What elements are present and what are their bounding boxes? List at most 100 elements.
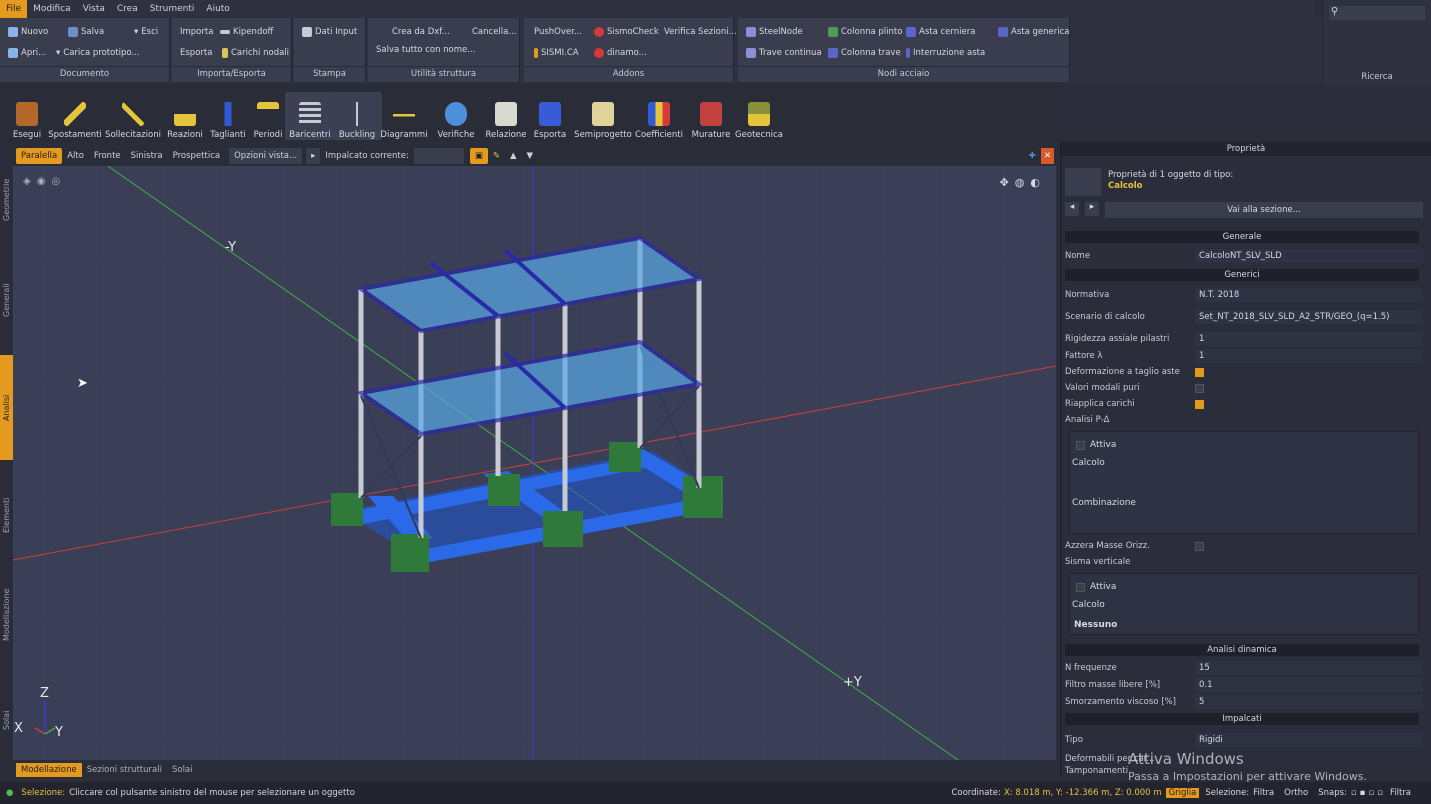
- carica-prototipo-button[interactable]: ▾ Carica prototipo...: [56, 48, 140, 58]
- tipo-select[interactable]: Rigidi: [1195, 733, 1423, 747]
- menu-vista[interactable]: Vista: [77, 0, 111, 18]
- play-button[interactable]: ▸: [306, 148, 321, 164]
- opzioni-vista-button[interactable]: Opzioni vista...: [229, 148, 303, 164]
- vtab-analisi[interactable]: Analisi: [0, 355, 13, 460]
- cancella-button[interactable]: Cancella...: [472, 27, 516, 37]
- deformazione-checkbox[interactable]: [1195, 367, 1204, 377]
- forward-button[interactable]: ▸: [1085, 202, 1099, 216]
- esegui-button[interactable]: Esegui: [2, 92, 52, 140]
- ortho-toggle[interactable]: Ortho: [1284, 788, 1308, 798]
- esci-button[interactable]: ▾ Esci: [134, 27, 158, 37]
- importa-button[interactable]: Importa: [180, 27, 213, 37]
- fattore-spinner[interactable]: 1: [1195, 349, 1423, 363]
- griglia-toggle[interactable]: Griglia: [1165, 788, 1200, 798]
- search-input[interactable]: ⚲: [1329, 6, 1425, 20]
- sisma-attiva[interactable]: Attiva: [1076, 582, 1116, 592]
- trave-continua-button[interactable]: Trave continua: [746, 48, 822, 58]
- menu-file[interactable]: File: [0, 0, 28, 18]
- sismica-button[interactable]: SISMI.CA: [534, 48, 579, 58]
- section-impalcati[interactable]: Impalcati: [1065, 713, 1419, 725]
- murature-button[interactable]: Murature: [686, 92, 736, 140]
- section-dinamica[interactable]: Analisi dinamica: [1065, 644, 1419, 656]
- verifica-sezioni-button[interactable]: Verifica Sezioni...: [664, 27, 737, 37]
- menu-strumenti[interactable]: Strumenti: [144, 0, 201, 18]
- baricentri-button[interactable]: Baricentri: [285, 92, 335, 140]
- nuovo-button[interactable]: Nuovo: [8, 27, 48, 37]
- view-paralella[interactable]: Paralella: [16, 148, 63, 164]
- pdelta-attiva[interactable]: Attiva: [1076, 440, 1116, 450]
- carichi-nodali-button[interactable]: Carichi nodali: [222, 48, 289, 58]
- menu-crea[interactable]: Crea: [111, 0, 144, 18]
- back-button[interactable]: ◂: [1065, 202, 1079, 216]
- semiprogetto-button[interactable]: Semiprogetto: [574, 92, 632, 140]
- azzera-checkbox[interactable]: [1195, 541, 1204, 551]
- coefficienti-button[interactable]: Coefficienti: [634, 92, 684, 140]
- menu-modifica[interactable]: Modifica: [27, 0, 77, 18]
- add-view-icon[interactable]: ✚: [1024, 148, 1041, 164]
- dati-input-button[interactable]: Dati Input: [302, 27, 357, 37]
- pushover-button[interactable]: PushOver...: [534, 27, 582, 37]
- filtra2-button[interactable]: Filtra: [1390, 788, 1411, 798]
- colonna-trave-button[interactable]: Colonna trave: [828, 48, 901, 58]
- vtab-solai[interactable]: Solai: [0, 705, 13, 735]
- view-sinistra[interactable]: Sinistra: [126, 148, 168, 164]
- up-arrow-icon[interactable]: ▲: [505, 148, 522, 164]
- esporta-button[interactable]: Esporta: [180, 48, 212, 58]
- asta-cerniera-button[interactable]: Asta cerniera: [906, 27, 975, 37]
- sollecitazioni-button[interactable]: Sollecitazioni: [105, 92, 161, 140]
- scenario-select[interactable]: Set_NT_2018_SLV_SLD_A2_STR/GEO_(q=1.5): [1195, 310, 1423, 324]
- tab-solai[interactable]: Solai: [167, 763, 198, 777]
- kipendoff-button[interactable]: Kipendoff: [220, 27, 273, 37]
- section-generici[interactable]: Generici: [1065, 269, 1419, 281]
- view-prospettica[interactable]: Prospettica: [168, 148, 225, 164]
- spostamenti-button[interactable]: Spostamenti: [48, 92, 102, 140]
- tab-sezioni[interactable]: Sezioni strutturali: [82, 763, 167, 777]
- pdelta-attiva-checkbox[interactable]: [1076, 440, 1085, 450]
- steelnode-button[interactable]: SteelNode: [746, 27, 803, 37]
- verifiche-button[interactable]: Verifiche: [431, 92, 481, 140]
- impalcato-select[interactable]: [413, 148, 464, 164]
- vtab-generali[interactable]: Generali: [0, 270, 13, 330]
- snaps-toggles[interactable]: ▫▪▫▫: [1351, 788, 1386, 798]
- menu-aiuto[interactable]: Aiuto: [200, 0, 235, 18]
- rigidezza-spinner[interactable]: 1: [1195, 332, 1423, 346]
- navigation-icons[interactable]: ✥◍◐: [1000, 176, 1046, 189]
- down-arrow-icon[interactable]: ▼: [522, 148, 539, 164]
- smorz-spinner[interactable]: 5: [1195, 695, 1423, 709]
- sisma-attiva-checkbox[interactable]: [1076, 582, 1085, 592]
- dinamo-button[interactable]: dinamo...: [594, 48, 647, 58]
- crea-dxf-button[interactable]: Crea da Dxf...: [392, 27, 450, 37]
- interruzione-asta-button[interactable]: Interruzione asta: [906, 48, 985, 58]
- section-generale[interactable]: Generale: [1065, 231, 1419, 243]
- vtab-modellazione[interactable]: Modellazione: [0, 580, 13, 650]
- apri-button[interactable]: Apri...: [8, 48, 46, 58]
- wrench-icon[interactable]: ✎: [488, 148, 505, 164]
- riapplica-checkbox[interactable]: [1195, 399, 1204, 409]
- view-alto[interactable]: Alto: [62, 148, 89, 164]
- sismocheck-button[interactable]: SismoCheck: [594, 27, 659, 37]
- esporta-tool-button[interactable]: Esporta: [525, 92, 575, 140]
- geotecnica-button[interactable]: Geotecnica: [734, 92, 784, 140]
- 3d-viewport[interactable]: -Y +Y Z X Y ◈◉◎ ✥◍◐ ➤: [13, 166, 1056, 760]
- tab-modellazione[interactable]: Modellazione: [16, 763, 82, 777]
- diagrammi-button[interactable]: Diagrammi: [379, 92, 429, 140]
- colonna-plinto-button[interactable]: Colonna plinto: [828, 27, 902, 37]
- buckling-button[interactable]: Buckling: [332, 92, 382, 140]
- filtro-spinner[interactable]: 0.1: [1195, 678, 1423, 692]
- vtab-geometrie[interactable]: Geometrie: [0, 170, 13, 230]
- relazione-button[interactable]: Relazione: [481, 92, 531, 140]
- view-fronte[interactable]: Fronte: [89, 148, 126, 164]
- viewport-tools[interactable]: ◈◉◎: [23, 176, 66, 187]
- close-view-icon[interactable]: ✕: [1040, 148, 1054, 164]
- valori-checkbox[interactable]: [1195, 383, 1204, 393]
- salva-tutto-button[interactable]: Salva tutto con nome...: [376, 45, 475, 55]
- filtra-button[interactable]: Filtra: [1253, 788, 1274, 798]
- asta-generica-button[interactable]: Asta generica: [998, 27, 1069, 37]
- nfreq-spinner[interactable]: 15: [1195, 661, 1423, 675]
- vtab-elementi[interactable]: Elementi: [0, 480, 13, 550]
- vai-sezione-button[interactable]: Vai alla sezione...: [1105, 202, 1423, 218]
- lock-icon[interactable]: ▣: [469, 148, 488, 164]
- nome-field[interactable]: CalcoloNT_SLV_SLD: [1195, 249, 1423, 263]
- salva-button[interactable]: Salva: [68, 27, 104, 37]
- sisma-calcolo-select[interactable]: Nessuno: [1074, 620, 1414, 630]
